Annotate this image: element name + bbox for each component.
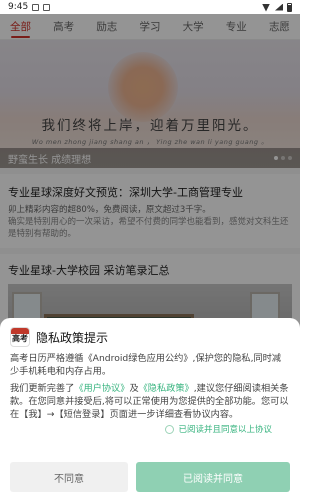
agree-checkbox-row[interactable]: 已阅读并且同意以上协议: [10, 423, 290, 435]
agree-radio[interactable]: [165, 424, 175, 434]
status-bar: 9:45: [0, 0, 300, 14]
privacy-policy-link[interactable]: 《隐私政策》: [139, 383, 194, 394]
user-agreement-link[interactable]: 《用户协议》: [74, 383, 129, 394]
app-logo-text: 高考: [12, 334, 28, 343]
dialog-intro: 高考日历严格遵循《Android绿色应用公约》,保护您的隐私,同时减少手机耗电和…: [10, 353, 282, 377]
agree-label: 已阅读并且同意以上协议: [178, 425, 272, 435]
signal-icon: [275, 3, 283, 11]
dialog-title: 隐私政策提示: [36, 330, 109, 345]
privacy-dialog: 高考 隐私政策提示 高考日历严格遵循《Android绿色应用公约》,保护您的隐私…: [0, 318, 300, 500]
dialog-body: 我们更新完善了《用户协议》及《隐私政策》,建议您仔细阅读相关条款。在您同意并接受…: [10, 382, 290, 421]
sim-icon: [43, 3, 51, 11]
dialog-buttons: 不同意 已阅读并同意: [10, 462, 290, 492]
app-logo-icon: 高考: [10, 327, 30, 347]
dialog-body-and: 及: [129, 383, 139, 394]
battery-icon: [287, 2, 292, 12]
wifi-icon: [261, 4, 271, 11]
accept-button[interactable]: 已阅读并同意: [136, 462, 290, 492]
status-time: 9:45: [8, 2, 29, 12]
decline-button[interactable]: 不同意: [10, 462, 128, 492]
notification-icon: [32, 3, 40, 11]
dialog-body-prefix: 我们更新完善了: [10, 383, 75, 394]
dialog-header: 高考 隐私政策提示: [10, 326, 290, 348]
